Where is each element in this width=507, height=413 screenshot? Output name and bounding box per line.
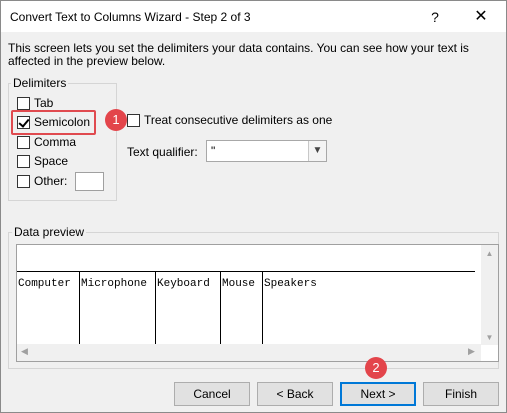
scroll-left-icon[interactable]: ◀ — [21, 346, 28, 357]
preview-column[interactable]: Keyboard — [156, 272, 221, 346]
back-button[interactable]: < Back — [257, 382, 333, 406]
space-label: Space — [34, 154, 69, 168]
cancel-button[interactable]: Cancel — [174, 382, 250, 406]
step-marker-1: 1 — [105, 109, 127, 131]
text-qualifier-value: " — [211, 144, 216, 158]
comma-label: Comma — [34, 135, 77, 149]
space-checkbox[interactable] — [17, 154, 30, 168]
chevron-down-icon[interactable]: ▼ — [308, 141, 326, 161]
intro-text: This screen lets you set the delimiters … — [8, 41, 469, 68]
consecutive-option[interactable]: Treat consecutive delimiters as one — [127, 113, 332, 127]
text-qualifier-label: Text qualifier: — [127, 145, 198, 159]
other-checkbox[interactable] — [17, 174, 30, 188]
close-icon[interactable]: ✕ — [469, 7, 493, 27]
vertical-scrollbar[interactable]: ▲ ▼ — [481, 245, 498, 345]
title-bar: Convert Text to Columns Wizard - Step 2 … — [1, 1, 506, 32]
tab-option[interactable]: Tab — [17, 95, 53, 111]
preview-table: Computer Microphone Keyboard Mouse Speak… — [17, 271, 475, 346]
semicolon-highlight — [11, 110, 96, 135]
other-delimiter-field[interactable] — [75, 171, 105, 191]
step-marker-2: 2 — [365, 357, 387, 379]
preview-column[interactable]: Microphone — [80, 272, 156, 346]
delimiters-group-label: Delimiters — [11, 76, 69, 90]
data-preview-area[interactable]: Computer Microphone Keyboard Mouse Speak… — [16, 244, 499, 362]
other-label: Other: — [34, 174, 68, 188]
text-qualifier-select[interactable]: " ▼ — [206, 140, 327, 162]
scroll-right-icon[interactable]: ▶ — [468, 346, 475, 357]
comma-option[interactable]: Comma — [17, 134, 76, 150]
preview-column[interactable]: Mouse — [221, 272, 263, 346]
scroll-up-icon[interactable]: ▲ — [481, 249, 498, 258]
consecutive-checkbox[interactable] — [127, 113, 140, 127]
consecutive-label: Treat consecutive delimiters as one — [144, 113, 333, 127]
tab-label: Tab — [34, 96, 54, 110]
preview-column[interactable]: Computer — [17, 272, 80, 346]
other-option[interactable]: Other: — [17, 171, 105, 191]
preview-column[interactable]: Speakers — [263, 272, 475, 346]
comma-checkbox[interactable] — [17, 135, 30, 149]
space-option[interactable]: Space — [17, 153, 68, 169]
data-preview-label: Data preview — [12, 225, 87, 239]
next-button[interactable]: Next > — [340, 382, 416, 406]
finish-button[interactable]: Finish — [423, 382, 499, 406]
horizontal-scrollbar[interactable]: ◀ ▶ — [17, 344, 481, 361]
tab-checkbox[interactable] — [17, 96, 30, 110]
dialog-title: Convert Text to Columns Wizard - Step 2 … — [10, 10, 251, 24]
wizard-dialog: Convert Text to Columns Wizard - Step 2 … — [0, 0, 507, 413]
help-icon[interactable]: ? — [424, 7, 446, 27]
scroll-down-icon[interactable]: ▼ — [481, 333, 498, 342]
